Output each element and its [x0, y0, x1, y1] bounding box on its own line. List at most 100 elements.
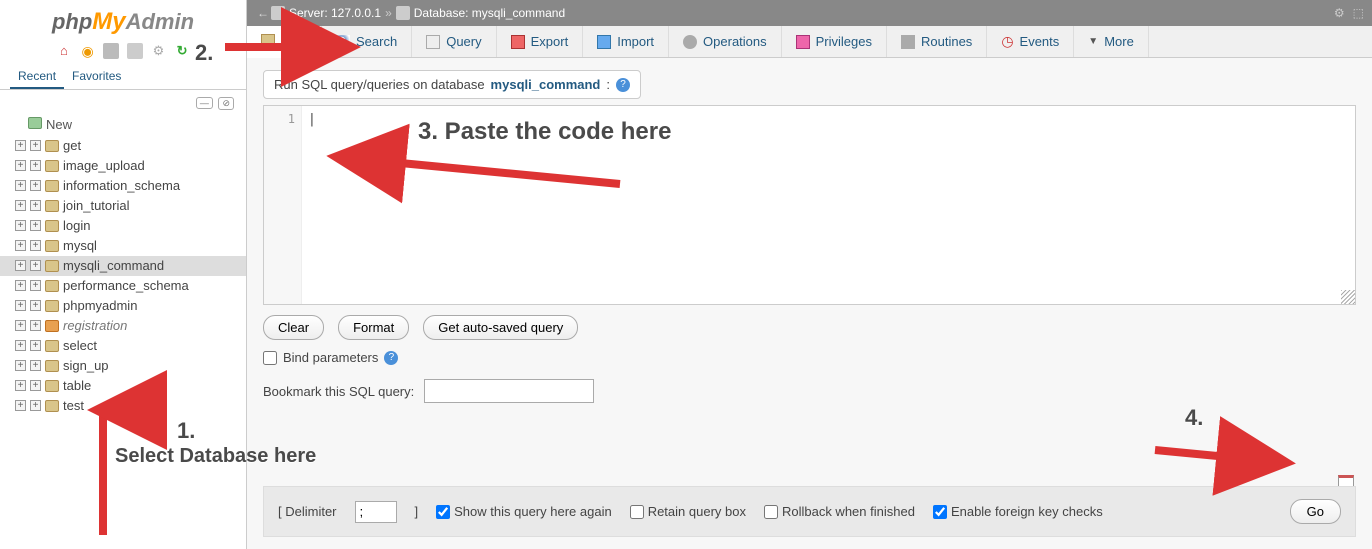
tab-search[interactable]: Search	[322, 26, 412, 57]
tree-label: mysqli_command	[63, 258, 164, 273]
editor-body[interactable]: |	[302, 106, 1355, 304]
breadcrumb-server[interactable]: Server: 127.0.0.1	[289, 6, 381, 20]
tab-sql[interactable]: SQL	[247, 26, 322, 58]
tree-item-join-tutorial[interactable]: + + join_tutorial	[0, 196, 246, 216]
help-icon[interactable]: ?	[384, 351, 398, 365]
expand-icon[interactable]: +	[30, 300, 41, 311]
expand-icon[interactable]: +	[30, 380, 41, 391]
show-again-checkbox[interactable]	[436, 505, 450, 519]
collapse-icon[interactable]: —	[196, 97, 213, 109]
expand-icon[interactable]: +	[15, 140, 26, 151]
tab-events[interactable]: ◷Events	[987, 26, 1074, 57]
reload-icon[interactable]: ↻	[174, 43, 190, 59]
expand-icon[interactable]: +	[15, 400, 26, 411]
home-icon[interactable]: ⌂	[56, 43, 72, 59]
retain-option[interactable]: Retain query box	[630, 504, 746, 519]
query-header-db-link[interactable]: mysqli_command	[491, 77, 601, 92]
expand-icon[interactable]: +	[30, 320, 41, 331]
clear-button[interactable]: Clear	[263, 315, 324, 340]
tree-item-registration[interactable]: ++registration	[0, 316, 246, 336]
logout-icon[interactable]: ◉	[80, 43, 96, 59]
tab-operations[interactable]: Operations	[669, 26, 782, 57]
expand-icon[interactable]: +	[30, 400, 41, 411]
help-icon[interactable]: ?	[616, 78, 630, 92]
delimiter-input[interactable]	[355, 501, 397, 523]
tab-import[interactable]: Import	[583, 26, 669, 57]
expand-icon[interactable]: +	[30, 200, 41, 211]
rollback-checkbox[interactable]	[764, 505, 778, 519]
fk-option[interactable]: Enable foreign key checks	[933, 504, 1103, 519]
expand-icon[interactable]: +	[15, 360, 26, 371]
expand-icon[interactable]: +	[30, 240, 41, 251]
expand-icon[interactable]: +	[15, 200, 26, 211]
tree-item-mysql[interactable]: ++mysql	[0, 236, 246, 256]
tree-label: join_tutorial	[63, 198, 130, 213]
bookmark-input[interactable]	[424, 379, 594, 403]
tab-routines[interactable]: Routines	[887, 26, 987, 57]
back-icon[interactable]: ←	[255, 6, 271, 20]
tree-item-login[interactable]: ++login	[0, 216, 246, 236]
expand-icon[interactable]: +	[15, 320, 26, 331]
expand-icon[interactable]: +	[15, 280, 26, 291]
go-button[interactable]: Go	[1290, 499, 1341, 524]
tree-new[interactable]: New	[0, 116, 246, 136]
expand-icon[interactable]: +	[15, 380, 26, 391]
docs-icon[interactable]	[103, 43, 119, 59]
expand-up-icon[interactable]: ⬚	[1353, 6, 1364, 20]
autosaved-button[interactable]: Get auto-saved query	[423, 315, 578, 340]
fk-checkbox[interactable]	[933, 505, 947, 519]
tab-privileges[interactable]: Privileges	[782, 26, 887, 57]
tree-item-phpmyadmin[interactable]: ++phpmyadmin	[0, 296, 246, 316]
tree-item-performance-schema[interactable]: ++performance_schema	[0, 276, 246, 296]
expand-icon[interactable]: +	[15, 220, 26, 231]
query-header-text: Run SQL query/queries on database	[274, 77, 485, 92]
tab-more[interactable]: ▼More	[1074, 26, 1149, 57]
page-settings-icon[interactable]: ⚙	[1334, 6, 1345, 20]
tree-item-table[interactable]: ++table	[0, 376, 246, 396]
expand-icon[interactable]: +	[30, 260, 41, 271]
link-icon[interactable]: ⊘	[218, 97, 234, 110]
expand-icon[interactable]: +	[15, 180, 26, 191]
settings-icon[interactable]: ⚙	[150, 43, 166, 59]
tree-item-information-schema[interactable]: ++information_schema	[0, 176, 246, 196]
expand-icon[interactable]: +	[15, 340, 26, 351]
tab-query[interactable]: Query	[412, 26, 496, 57]
expand-icon[interactable]: +	[30, 360, 41, 371]
sql-editor[interactable]: 1 |	[263, 105, 1356, 305]
tree-item-sign-up[interactable]: ++sign_up	[0, 356, 246, 376]
tree-item-select[interactable]: ++select	[0, 336, 246, 356]
new-db-icon	[28, 117, 42, 129]
show-again-option[interactable]: Show this query here again	[436, 504, 612, 519]
tab-label: Operations	[703, 34, 767, 49]
expand-icon[interactable]: +	[30, 280, 41, 291]
navpanel-icon[interactable]	[127, 43, 143, 59]
routines-icon	[901, 35, 915, 49]
retain-checkbox[interactable]	[630, 505, 644, 519]
db-icon	[45, 240, 59, 252]
tree-item-mysqli-command[interactable]: + + mysqli_command	[0, 256, 246, 276]
resize-handle[interactable]	[1341, 290, 1355, 304]
bind-parameters-checkbox[interactable]	[263, 351, 277, 365]
tab-favorites[interactable]: Favorites	[64, 65, 129, 89]
expand-icon[interactable]: +	[15, 260, 26, 271]
db-icon	[45, 140, 59, 152]
tree-item-test[interactable]: ++test	[0, 396, 246, 416]
tab-recent[interactable]: Recent	[10, 65, 64, 89]
breadcrumb-database[interactable]: Database: mysqli_command	[414, 6, 565, 20]
expand-icon[interactable]: +	[15, 160, 26, 171]
expand-icon[interactable]: +	[30, 180, 41, 191]
expand-icon[interactable]: +	[15, 240, 26, 251]
db-icon	[45, 340, 59, 352]
expand-icon[interactable]: +	[30, 220, 41, 231]
rollback-option[interactable]: Rollback when finished	[764, 504, 915, 519]
tree-item-get[interactable]: ++get	[0, 136, 246, 156]
expand-icon[interactable]: +	[30, 160, 41, 171]
logo-php: php	[52, 9, 92, 34]
expand-icon[interactable]: +	[30, 340, 41, 351]
tree-item-image-upload[interactable]: ++image_upload	[0, 156, 246, 176]
tab-export[interactable]: Export	[497, 26, 584, 57]
collapse-controls: — ⊘	[0, 90, 246, 114]
expand-icon[interactable]: +	[30, 140, 41, 151]
expand-icon[interactable]: +	[15, 300, 26, 311]
format-button[interactable]: Format	[338, 315, 409, 340]
